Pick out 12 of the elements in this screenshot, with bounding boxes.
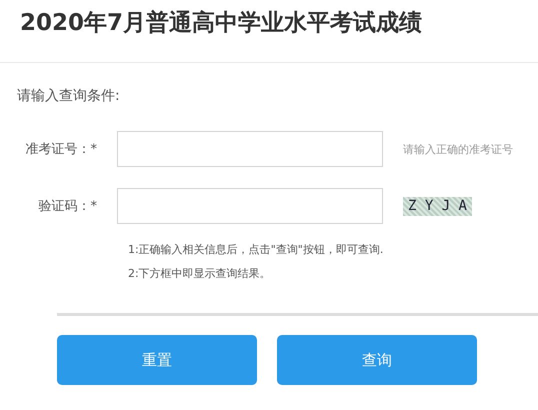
- note-text: 1:正确输入相关信息后，点击"查询"按钮，即可查询.: [128, 242, 384, 257]
- page-title: 2020年7月普通高中学业水平考试成绩: [19, 8, 424, 38]
- input-field[interactable]: [117, 188, 383, 224]
- section-label: 请输入查询条件:: [17, 87, 121, 105]
- query-button[interactable]: 查询: [277, 335, 477, 385]
- reset-button[interactable]: 重置: [57, 335, 257, 385]
- field-label: 准考证号：*: [24, 141, 97, 158]
- input-field[interactable]: [117, 131, 383, 167]
- field-hint: 请输入正确的准考证号: [403, 142, 513, 156]
- captcha-image[interactable]: Z Y J A: [403, 196, 472, 216]
- field-label: 验证码：*: [38, 198, 97, 215]
- note-text: 2:下方框中即显示查询结果。: [128, 266, 272, 281]
